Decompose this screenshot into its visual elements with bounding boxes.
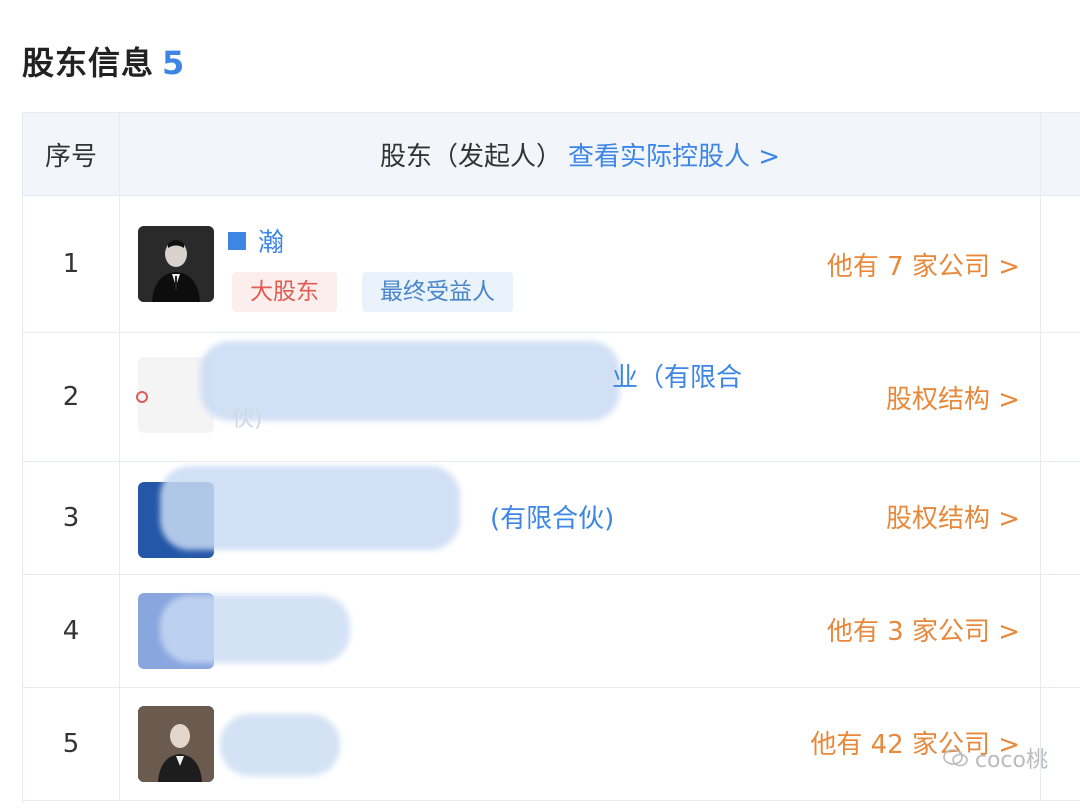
tag-major-shareholder: 大股东 (232, 272, 337, 312)
redaction-scribble (220, 714, 340, 776)
holder-cell: 业（有限合 伙) 股权结构 > (120, 333, 1041, 461)
header-col-holder-label: 股东（发起人） (379, 141, 562, 172)
equity-structure-link[interactable]: 股权结构 > (886, 498, 1020, 535)
avatar[interactable] (138, 226, 214, 302)
redaction-scribble (160, 595, 350, 663)
person-square-icon (228, 232, 246, 250)
table-header: 序号 股东（发起人） 查看实际控股人 > (23, 113, 1080, 196)
shareholder-name[interactable]: 业（有限合 (612, 357, 742, 394)
watermark-text: coco桃 (974, 748, 1048, 773)
related-companies-link[interactable]: 他有 3 家公司 > (827, 611, 1020, 648)
shareholder-table: 序号 股东（发起人） 查看实际控股人 > 1 瀚 大股东 最终受益人 他有 7 … (22, 112, 1080, 803)
redaction-scribble (160, 466, 460, 550)
avatar[interactable] (138, 706, 214, 782)
holder-cell: 他有 42 家公司 > (120, 688, 1041, 800)
row-number: 4 (23, 575, 120, 687)
row-number: 5 (23, 688, 120, 800)
watermark: coco桃 (943, 742, 1048, 774)
tag-ultimate-beneficiary: 最终受益人 (362, 272, 513, 312)
table-row: 1 瀚 大股东 最终受益人 他有 7 家公司 > (23, 196, 1080, 333)
shareholder-name[interactable]: 瀚 (228, 222, 284, 259)
header-col-holder: 股东（发起人） 查看实际控股人 > (120, 113, 1041, 195)
table-row: 2 业（有限合 伙) 股权结构 > (23, 333, 1080, 462)
holder-cell: (有限合伙) 股权结构 > (120, 462, 1041, 574)
shareholder-name-tail: 伙) (232, 407, 263, 432)
related-companies-link[interactable]: 他有 7 家公司 > (827, 246, 1020, 283)
shareholder-count: 5 (162, 44, 186, 82)
redaction-scribble (200, 341, 620, 421)
row-number: 2 (23, 333, 120, 461)
holder-cell: 他有 3 家公司 > (120, 575, 1041, 687)
section-title-text: 股东信息 (22, 44, 155, 82)
table-row: 5 他有 42 家公司 > (23, 688, 1080, 801)
table-row: 4 他有 3 家公司 > (23, 575, 1080, 688)
wechat-icon (943, 749, 968, 767)
header-col-no: 序号 (23, 113, 120, 195)
section-title: 股东信息 5 (22, 38, 185, 84)
row-number: 1 (23, 196, 120, 332)
shareholder-name[interactable]: (有限合伙) (490, 498, 614, 535)
view-actual-controller-link[interactable]: 查看实际控股人 > (568, 136, 780, 173)
table-row: 3 (有限合伙) 股权结构 > (23, 462, 1080, 575)
logo-dot-icon (136, 391, 148, 403)
equity-structure-link[interactable]: 股权结构 > (886, 379, 1020, 416)
row-number: 3 (23, 462, 120, 574)
holder-cell: 瀚 大股东 最终受益人 他有 7 家公司 > (120, 196, 1041, 332)
